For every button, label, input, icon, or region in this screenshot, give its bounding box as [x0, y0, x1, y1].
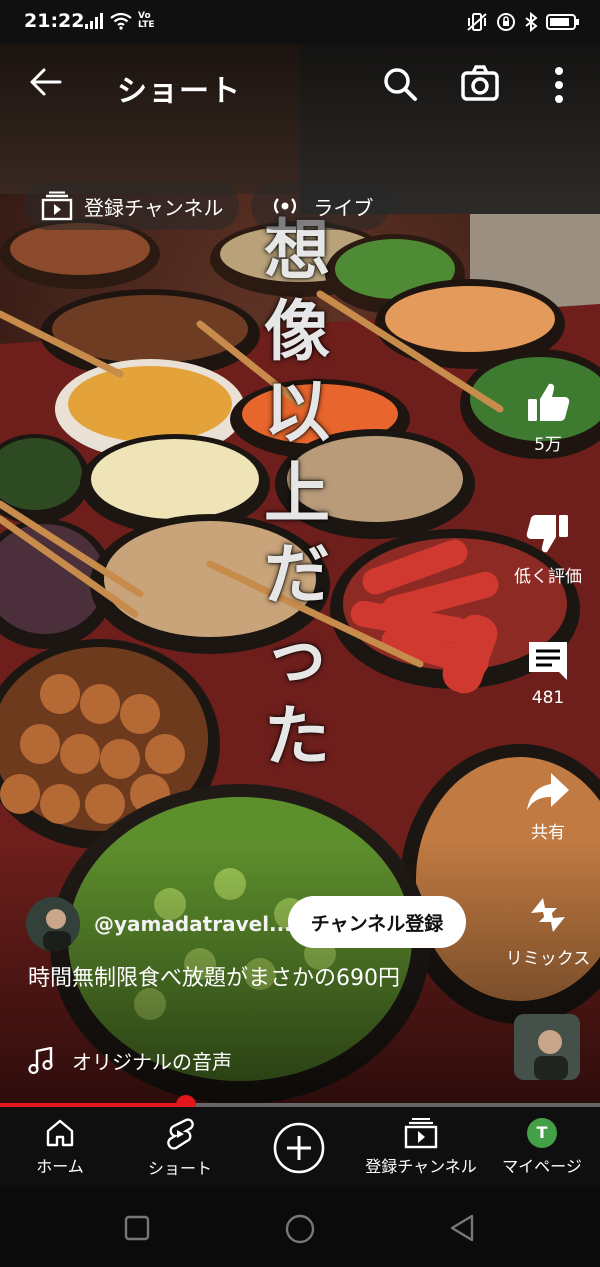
audio-thumbnail[interactable] [514, 1014, 580, 1080]
feed-filter-chips: 登録チャンネル ライブ [24, 180, 390, 232]
status-bar: 21:22 Vo LTE [0, 0, 600, 44]
back-triangle-icon[interactable] [448, 1213, 476, 1243]
chip-live[interactable]: ライブ [251, 182, 390, 230]
dislike-button[interactable]: 低く評価 [496, 512, 600, 587]
nav-home[interactable]: ホーム [30, 1117, 90, 1177]
audio-row[interactable]: オリジナルの音声 [28, 1046, 232, 1075]
share-icon [527, 773, 569, 810]
chip-subscriptions-label: 登録チャンネル [84, 195, 224, 220]
person-thumbnail-icon [514, 1014, 580, 1080]
home-circle-icon[interactable] [284, 1213, 316, 1245]
shorts-screen: 21:22 Vo LTE ショート 登録チャンネル ライブ 想 像 以 上 だ … [0, 0, 600, 1267]
person-avatar-icon [26, 897, 80, 951]
system-navigation-bar [0, 1187, 600, 1267]
share-button[interactable]: 共有 [496, 768, 600, 843]
caption-char: だ [264, 536, 330, 613]
thumbs-up-icon [528, 383, 570, 421]
nav-my-page-label: マイページ [502, 1157, 582, 1176]
caption-char: っ [264, 617, 330, 694]
recents-icon[interactable] [124, 1215, 150, 1241]
mute-vibrate-icon [467, 13, 487, 31]
music-note-icon [28, 1046, 53, 1074]
shorts-icon [167, 1118, 194, 1150]
chip-subscriptions[interactable]: 登録チャンネル [24, 182, 240, 230]
nav-subscriptions-label: 登録チャンネル [365, 1157, 477, 1176]
remix-label: リミックス [505, 949, 591, 969]
nav-shorts[interactable]: ショート [140, 1117, 220, 1179]
remix-icon [531, 898, 565, 932]
nav-subscriptions[interactable]: 登録チャンネル [356, 1117, 486, 1177]
caption-char: 上 [264, 455, 330, 532]
nav-my-page[interactable]: T マイページ [494, 1117, 590, 1177]
remix-button[interactable]: リミックス [496, 890, 600, 969]
thumbs-down-icon [526, 515, 568, 553]
nav-shorts-label: ショート [147, 1159, 212, 1178]
subscribe-button[interactable]: チャンネル登録 [288, 896, 466, 948]
data-saver-icon [497, 13, 515, 31]
like-count: 5万 [534, 435, 562, 455]
profile-avatar: T [527, 1118, 557, 1148]
bottom-navigation: ホーム ショート 登録チャンネル T マイページ [0, 1107, 600, 1187]
comment-icon [529, 642, 567, 680]
more-options-icon[interactable] [548, 66, 570, 104]
audio-label: オリジナルの音声 [72, 1050, 232, 1074]
create-icon[interactable] [272, 1121, 326, 1175]
comments-button[interactable]: 481 [496, 638, 600, 708]
shorts-top-bar: ショート [0, 44, 600, 126]
status-time: 21:22 [24, 10, 85, 32]
caption-char: 像 [264, 293, 330, 370]
channel-row: @yamadatravel... [26, 897, 292, 951]
nav-home-label: ホーム [36, 1157, 84, 1176]
subscriptions-icon [404, 1118, 438, 1149]
page-title: ショート [117, 74, 241, 109]
channel-avatar[interactable] [26, 897, 80, 951]
subscriptions-icon [41, 191, 73, 221]
volte-label: Vo LTE [138, 11, 155, 30]
wifi-icon [110, 12, 132, 30]
comment-count: 481 [531, 688, 565, 708]
search-icon[interactable] [382, 66, 418, 102]
back-arrow-icon[interactable] [28, 64, 64, 100]
dislike-label: 低く評価 [514, 567, 582, 587]
live-icon [274, 198, 297, 214]
camera-icon[interactable] [460, 64, 500, 102]
battery-icon [546, 14, 579, 30]
caption-char: 以 [264, 374, 330, 451]
channel-name[interactable]: @yamadatravel... [94, 912, 292, 936]
chip-live-label: ライブ [313, 195, 374, 220]
video-title[interactable]: 時間無制限食べ放題がまさかの690円 [28, 964, 468, 994]
caption-char: た [264, 698, 330, 775]
home-icon [46, 1119, 74, 1147]
signal-icon [85, 13, 103, 29]
share-label: 共有 [531, 823, 565, 843]
bluetooth-icon [525, 12, 538, 32]
like-button[interactable]: 5万 [496, 380, 600, 455]
video-overlay-caption: 想 像 以 上 だ っ た [252, 210, 342, 777]
